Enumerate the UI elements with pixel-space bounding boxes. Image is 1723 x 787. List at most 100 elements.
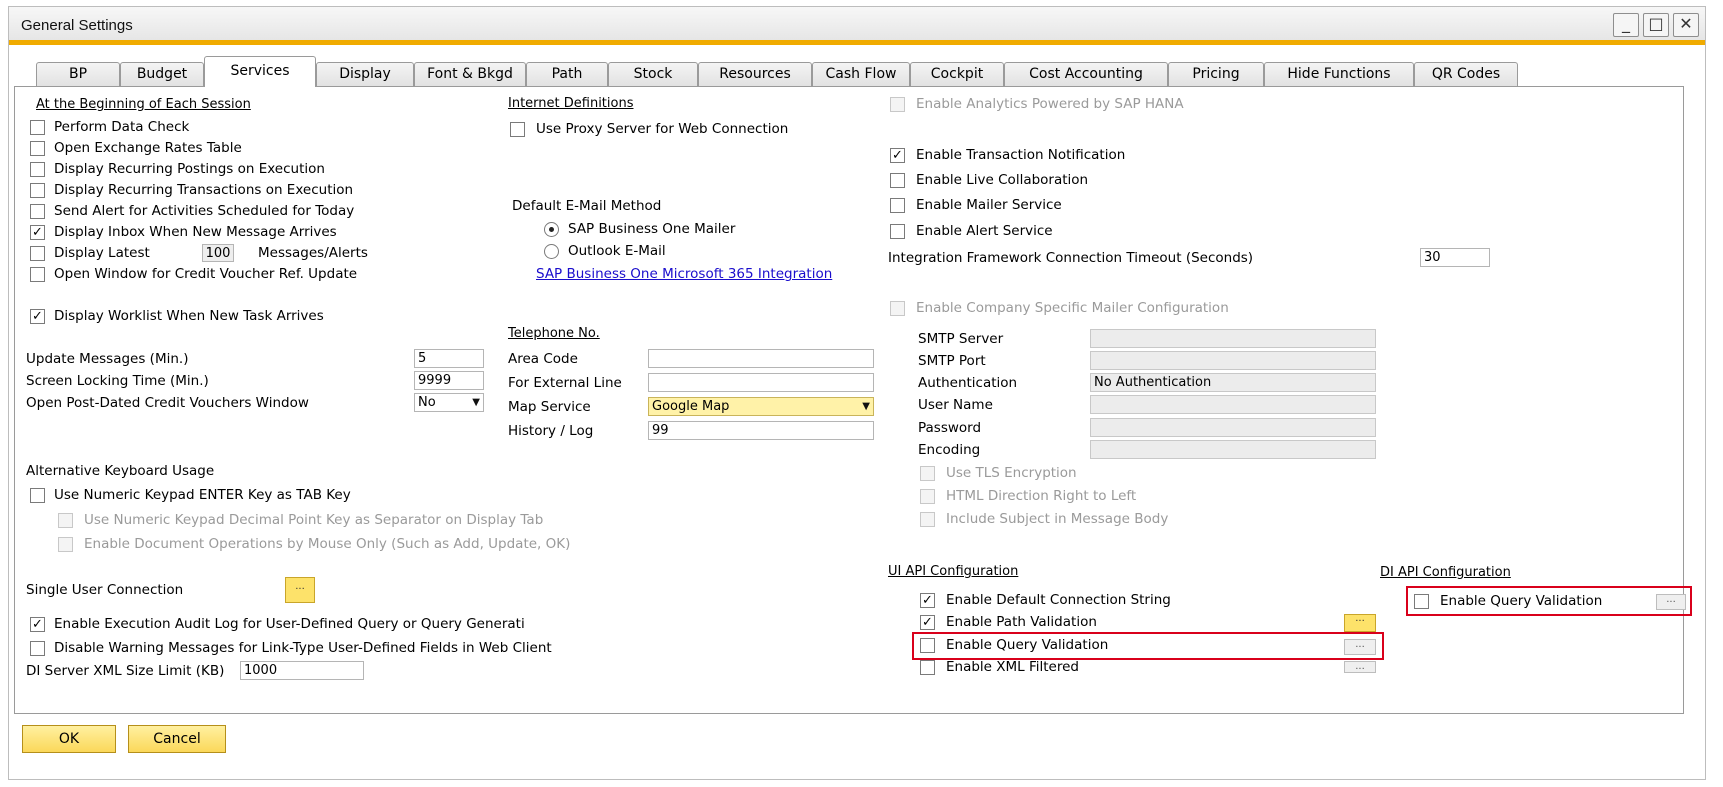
keyboard-header: Alternative Keyboard Usage: [26, 463, 215, 479]
perform-data-check-checkbox[interactable]: [30, 120, 45, 135]
mailer-radio[interactable]: [544, 222, 559, 237]
history-label: History / Log: [508, 423, 594, 439]
tab-cockpit[interactable]: Cockpit: [910, 62, 1004, 86]
xml-size-input[interactable]: 1000: [240, 661, 364, 680]
telephone-header: Telephone No.: [508, 326, 600, 341]
dropdown-arrow-icon: ▼: [472, 397, 480, 408]
live-collaboration-checkbox[interactable]: [890, 173, 905, 188]
display-inbox-checkbox[interactable]: ✓: [30, 225, 45, 240]
outlook-radio[interactable]: [544, 244, 559, 259]
microsoft-365-link[interactable]: SAP Business One Microsoft 365 Integrati…: [536, 266, 832, 282]
display-worklist-checkbox[interactable]: ✓: [30, 309, 45, 324]
map-service-select[interactable]: Google Map ▼: [648, 397, 874, 416]
numeric-enter-label: Use Numeric Keypad ENTER Key as TAB Key: [54, 487, 351, 503]
password-input[interactable]: [1090, 418, 1376, 437]
mailer-service-checkbox[interactable]: [890, 198, 905, 213]
di-api-header: DI API Configuration: [1380, 565, 1511, 580]
default-connection-checkbox[interactable]: ✓: [920, 593, 935, 608]
recurring-postings-checkbox[interactable]: [30, 162, 45, 177]
tab-stock[interactable]: Stock: [608, 62, 698, 86]
single-user-button[interactable]: ...: [285, 577, 315, 603]
hana-label: Enable Analytics Powered by SAP HANA: [916, 96, 1184, 112]
tab-cash-flow[interactable]: Cash Flow: [812, 62, 910, 86]
tab-pricing[interactable]: Pricing: [1168, 62, 1264, 86]
minimize-button[interactable]: _: [1613, 13, 1639, 37]
hana-checkbox[interactable]: [890, 97, 905, 112]
tls-checkbox[interactable]: [920, 466, 935, 481]
transaction-notification-label: Enable Transaction Notification: [916, 147, 1126, 163]
dropdown-arrow-icon: ▼: [862, 401, 870, 412]
external-line-input[interactable]: [648, 373, 874, 392]
company-mailer-checkbox[interactable]: [890, 301, 905, 316]
tab-qr-codes[interactable]: QR Codes: [1414, 62, 1518, 86]
ui-api-header: UI API Configuration: [888, 564, 1019, 579]
alert-service-checkbox[interactable]: [890, 224, 905, 239]
screen-locking-input[interactable]: 9999: [414, 371, 484, 390]
decimal-separator-checkbox[interactable]: [58, 513, 73, 528]
xml-filtered-button[interactable]: ...: [1344, 661, 1376, 673]
cancel-button[interactable]: Cancel: [128, 725, 226, 753]
user-name-input[interactable]: [1090, 395, 1376, 414]
tls-label: Use TLS Encryption: [946, 465, 1077, 481]
credit-voucher-checkbox[interactable]: [30, 267, 45, 282]
authentication-select[interactable]: No Authentication: [1090, 373, 1376, 392]
smtp-port-input[interactable]: [1090, 351, 1376, 370]
title-bar: General Settings _ □ ✕: [9, 7, 1705, 45]
tab-font-bkgd[interactable]: Font & Bkgd: [414, 62, 526, 86]
proxy-label: Use Proxy Server for Web Connection: [536, 121, 789, 137]
mouse-only-label: Enable Document Operations by Mouse Only…: [84, 536, 571, 552]
post-dated-label: Open Post-Dated Credit Vouchers Window: [26, 395, 309, 411]
include-subject-checkbox[interactable]: [920, 512, 935, 527]
area-code-input[interactable]: [648, 349, 874, 368]
smtp-server-input[interactable]: [1090, 329, 1376, 348]
send-alert-checkbox[interactable]: [30, 204, 45, 219]
tab-budget[interactable]: Budget: [120, 62, 204, 86]
tab-bp[interactable]: BP: [36, 62, 120, 86]
history-input[interactable]: 99: [648, 421, 874, 440]
smtp-port-label: SMTP Port: [918, 353, 986, 369]
audit-log-checkbox[interactable]: ✓: [30, 617, 45, 632]
tab-hide-functions[interactable]: Hide Functions: [1264, 62, 1414, 86]
di-query-validation-button[interactable]: ...: [1656, 594, 1686, 610]
open-exchange-rates-label: Open Exchange Rates Table: [54, 140, 242, 156]
company-mailer-label: Enable Company Specific Mailer Configura…: [916, 300, 1229, 316]
close-button[interactable]: ✕: [1673, 13, 1699, 37]
ok-button[interactable]: OK: [22, 725, 116, 753]
tab-resources[interactable]: Resources: [698, 62, 812, 86]
tab-cost-accounting[interactable]: Cost Accounting: [1004, 62, 1168, 86]
ui-query-validation-highlight: [912, 632, 1384, 660]
html-direction-checkbox[interactable]: [920, 489, 935, 504]
tab-display[interactable]: Display: [316, 62, 414, 86]
password-label: Password: [918, 420, 982, 436]
path-validation-button[interactable]: ...: [1344, 614, 1376, 632]
proxy-checkbox[interactable]: [510, 122, 525, 137]
path-validation-checkbox[interactable]: ✓: [920, 615, 935, 630]
xml-filtered-checkbox[interactable]: [920, 660, 935, 675]
post-dated-value: No: [418, 395, 436, 410]
timeout-input[interactable]: 30: [1420, 248, 1490, 267]
mailer-service-label: Enable Mailer Service: [916, 197, 1062, 213]
disable-warning-checkbox[interactable]: [30, 641, 45, 656]
credit-voucher-label: Open Window for Credit Voucher Ref. Upda…: [54, 266, 358, 282]
display-latest-input[interactable]: 100: [202, 244, 234, 262]
numeric-enter-checkbox[interactable]: [30, 488, 45, 503]
recurring-transactions-checkbox[interactable]: [30, 183, 45, 198]
user-name-label: User Name: [918, 397, 993, 413]
open-exchange-rates-checkbox[interactable]: [30, 141, 45, 156]
transaction-notification-checkbox[interactable]: ✓: [890, 148, 905, 163]
mouse-only-checkbox[interactable]: [58, 537, 73, 552]
external-line-label: For External Line: [508, 375, 622, 391]
display-latest-checkbox[interactable]: [30, 246, 45, 261]
encoding-input[interactable]: [1090, 440, 1376, 459]
di-query-validation-checkbox[interactable]: [1414, 594, 1429, 609]
maximize-button[interactable]: □: [1643, 13, 1669, 37]
email-method-header: Default E-Mail Method: [512, 198, 662, 214]
tab-services[interactable]: Services: [204, 56, 316, 87]
di-query-validation-label: Enable Query Validation: [1440, 593, 1603, 609]
update-messages-input[interactable]: 5: [414, 349, 484, 368]
html-direction-label: HTML Direction Right to Left: [946, 488, 1137, 504]
include-subject-label: Include Subject in Message Body: [946, 511, 1169, 527]
encoding-label: Encoding: [918, 442, 981, 458]
tab-path[interactable]: Path: [526, 62, 608, 86]
post-dated-select[interactable]: No ▼: [414, 393, 484, 412]
